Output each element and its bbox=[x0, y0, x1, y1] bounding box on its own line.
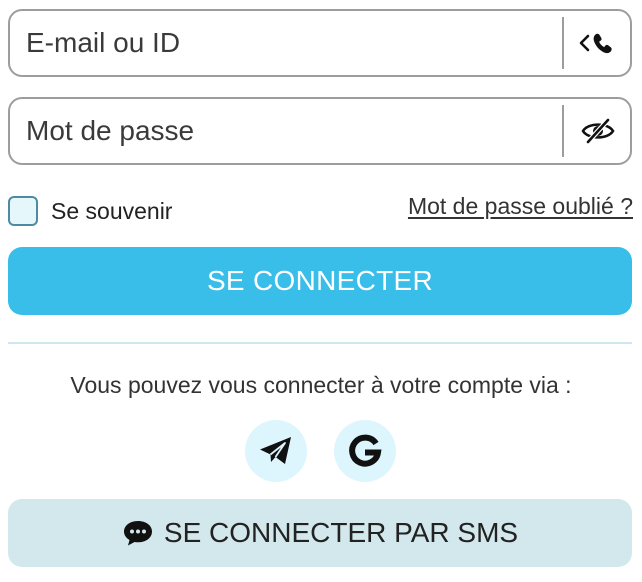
sms-login-label: SE CONNECTER PAR SMS bbox=[163, 517, 519, 548]
google-icon bbox=[349, 434, 382, 467]
remember-me-toggle[interactable]: Se souvenir bbox=[8, 193, 172, 229]
google-login-button[interactable] bbox=[334, 420, 396, 482]
remember-me-checkbox[interactable] bbox=[8, 196, 38, 226]
phone-switch-button[interactable] bbox=[572, 19, 624, 67]
social-login-prompt: Vous pouvez vous connecter à votre compt… bbox=[70, 372, 572, 398]
remember-me-label: Se souvenir bbox=[51, 197, 173, 224]
chat-bubble-icon bbox=[123, 521, 152, 546]
field-divider bbox=[562, 105, 564, 157]
email-input[interactable] bbox=[26, 11, 546, 75]
toggle-password-visibility-button[interactable] bbox=[572, 107, 624, 155]
password-field-container bbox=[8, 97, 632, 165]
section-divider bbox=[8, 342, 632, 344]
sms-login-button[interactable]: SE CONNECTER PAR SMS bbox=[8, 499, 632, 567]
telegram-login-button[interactable] bbox=[245, 420, 307, 482]
login-button[interactable]: SE CONNECTER bbox=[8, 247, 632, 315]
phone-switch-icon bbox=[579, 33, 612, 54]
forgot-password-link[interactable]: Mot de passe oublié ? bbox=[408, 193, 633, 220]
field-divider bbox=[562, 17, 564, 69]
email-field-container bbox=[8, 9, 632, 77]
password-input[interactable] bbox=[26, 99, 546, 163]
telegram-icon bbox=[260, 437, 291, 464]
eye-slash-icon bbox=[581, 118, 615, 144]
